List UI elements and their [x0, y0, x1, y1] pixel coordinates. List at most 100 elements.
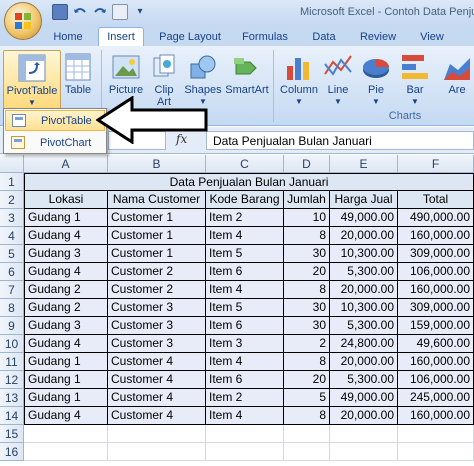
empty-cell[interactable] — [398, 425, 474, 443]
formula-input[interactable]: Data Penjualan Bulan Januari — [206, 131, 474, 150]
table-header-cell[interactable]: Kode Barang — [206, 191, 284, 209]
empty-cell[interactable] — [330, 425, 398, 443]
table-header-cell[interactable]: Total — [398, 191, 474, 209]
table-cell[interactable]: Gudang 2 — [24, 299, 108, 317]
table-cell[interactable]: 10,300.00 — [330, 299, 398, 317]
table-cell[interactable]: 20 — [284, 263, 330, 281]
table-cell[interactable]: Gudang 4 — [24, 335, 108, 353]
table-cell[interactable]: Customer 4 — [108, 353, 206, 371]
table-cell[interactable]: 5,300.00 — [330, 371, 398, 389]
table-cell[interactable]: 8 — [284, 281, 330, 299]
table-cell[interactable]: Item 3 — [206, 335, 284, 353]
table-cell[interactable]: Item 2 — [206, 389, 284, 407]
customize-qat-icon[interactable]: ▾ — [132, 4, 148, 20]
table-cell[interactable]: Customer 4 — [108, 371, 206, 389]
table-cell[interactable]: Item 5 — [206, 299, 284, 317]
row-header-4[interactable]: 4 — [0, 227, 24, 245]
row-header-8[interactable]: 8 — [0, 299, 24, 317]
table-cell[interactable]: Item 6 — [206, 371, 284, 389]
select-all-corner[interactable] — [0, 155, 24, 173]
row-header-14[interactable]: 14 — [0, 407, 24, 425]
empty-cell[interactable] — [330, 443, 398, 461]
column-chart-button[interactable]: Column ▼ — [278, 50, 320, 108]
table-cell[interactable]: 160,000.00 — [398, 353, 474, 371]
row-header-5[interactable]: 5 — [0, 245, 24, 263]
row-header-1[interactable]: 1 — [0, 173, 24, 191]
table-cell[interactable]: Customer 2 — [108, 263, 206, 281]
row-header-15[interactable]: 15 — [0, 425, 24, 443]
line-chart-button[interactable]: Line ▼ — [322, 50, 354, 108]
table-cell[interactable]: Gudang 3 — [24, 317, 108, 335]
table-cell[interactable]: Item 4 — [206, 281, 284, 299]
table-cell[interactable]: Customer 4 — [108, 407, 206, 425]
tab-insert[interactable]: Insert — [98, 27, 144, 47]
empty-cell[interactable] — [108, 443, 206, 461]
table-cell[interactable]: 309,000.00 — [398, 245, 474, 263]
empty-cell[interactable] — [24, 425, 108, 443]
table-cell[interactable]: Customer 3 — [108, 335, 206, 353]
row-header-12[interactable]: 12 — [0, 371, 24, 389]
table-cell[interactable]: Customer 1 — [108, 209, 206, 227]
table-cell[interactable]: 49,000.00 — [330, 389, 398, 407]
table-cell[interactable]: 20,000.00 — [330, 353, 398, 371]
area-chart-button[interactable]: Are — [440, 50, 474, 96]
table-cell[interactable]: Customer 1 — [108, 245, 206, 263]
table-cell[interactable]: Customer 2 — [108, 281, 206, 299]
table-cell[interactable]: 8 — [284, 353, 330, 371]
table-cell[interactable]: Customer 4 — [108, 389, 206, 407]
table-cell[interactable]: 159,000.00 — [398, 317, 474, 335]
row-header-16[interactable]: 16 — [0, 443, 24, 461]
table-cell[interactable]: 10 — [284, 209, 330, 227]
empty-cell[interactable] — [398, 443, 474, 461]
empty-cell[interactable] — [24, 443, 108, 461]
table-cell[interactable]: 30 — [284, 317, 330, 335]
row-header-6[interactable]: 6 — [0, 263, 24, 281]
empty-cell[interactable] — [108, 425, 206, 443]
office-button[interactable] — [4, 2, 42, 40]
table-cell[interactable]: Gudang 4 — [24, 407, 108, 425]
table-cell[interactable]: 49,000.00 — [330, 209, 398, 227]
picture-button[interactable]: Picture — [106, 50, 146, 96]
row-header-11[interactable]: 11 — [0, 353, 24, 371]
table-cell[interactable]: 160,000.00 — [398, 407, 474, 425]
pivottable-button[interactable]: PivotTable ▼ — [3, 50, 61, 110]
table-cell[interactable]: 5,300.00 — [330, 317, 398, 335]
table-header-cell[interactable]: Nama Customer — [108, 191, 206, 209]
print-icon[interactable] — [112, 4, 128, 20]
table-cell[interactable]: Customer 3 — [108, 299, 206, 317]
menu-item-pivotchart[interactable]: PivotChart — [5, 132, 105, 153]
table-cell[interactable]: Item 2 — [206, 209, 284, 227]
table-header-cell[interactable]: Lokasi — [24, 191, 108, 209]
table-cell[interactable]: Gudang 1 — [24, 209, 108, 227]
table-cell[interactable]: Item 5 — [206, 245, 284, 263]
menu-item-pivottable[interactable]: PivotTable — [5, 110, 105, 131]
table-cell[interactable]: 30 — [284, 245, 330, 263]
table-cell[interactable]: Item 4 — [206, 407, 284, 425]
column-header-d[interactable]: D — [284, 155, 330, 173]
table-cell[interactable]: Item 6 — [206, 263, 284, 281]
table-cell[interactable]: Customer 1 — [108, 227, 206, 245]
table-cell[interactable]: 5,300.00 — [330, 263, 398, 281]
table-cell[interactable]: 49,600.00 — [398, 335, 474, 353]
table-cell[interactable]: Gudang 1 — [24, 353, 108, 371]
table-cell[interactable]: 20 — [284, 371, 330, 389]
empty-cell[interactable] — [206, 443, 284, 461]
save-icon[interactable] — [52, 4, 68, 20]
column-header-a[interactable]: A — [24, 155, 108, 173]
row-header-10[interactable]: 10 — [0, 335, 24, 353]
redo-icon[interactable] — [92, 4, 108, 20]
table-cell[interactable]: Item 6 — [206, 317, 284, 335]
table-cell[interactable]: 2 — [284, 335, 330, 353]
column-header-f[interactable]: F — [398, 155, 474, 173]
table-cell[interactable]: 30 — [284, 299, 330, 317]
table-button[interactable]: Table — [62, 50, 94, 96]
table-cell[interactable]: Item 4 — [206, 353, 284, 371]
row-header-3[interactable]: 3 — [0, 209, 24, 227]
tab-formulas[interactable]: Formulas — [236, 28, 294, 46]
row-header-13[interactable]: 13 — [0, 389, 24, 407]
table-cell[interactable]: Gudang 1 — [24, 371, 108, 389]
table-cell[interactable]: Gudang 4 — [24, 227, 108, 245]
table-header-cell[interactable]: Jumlah — [284, 191, 330, 209]
table-cell[interactable]: 24,800.00 — [330, 335, 398, 353]
tab-data[interactable]: Data — [304, 28, 344, 46]
